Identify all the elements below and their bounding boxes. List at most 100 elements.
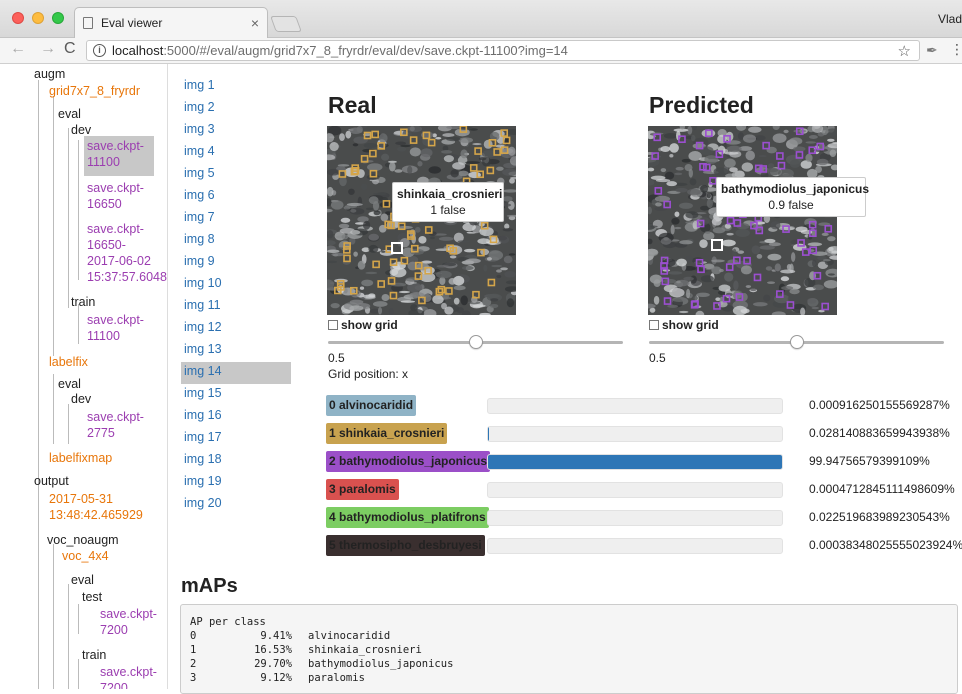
tree-node-output-date[interactable]: 2017-05-31 13:48:42.465929: [49, 491, 143, 523]
class-label: 5 thermosipho_desbruyesi: [326, 535, 485, 556]
image-list-item[interactable]: img 2: [181, 98, 291, 120]
new-tab-button[interactable]: [270, 16, 302, 32]
image-list-item[interactable]: img 15: [181, 384, 291, 406]
tree-label: save.ckpt-: [87, 221, 168, 237]
predicted-heading: Predicted: [649, 92, 754, 119]
ap-name: paralomis: [308, 671, 365, 685]
tree-label: save.ckpt-: [87, 138, 151, 154]
predicted-image[interactable]: [648, 126, 837, 315]
tree-node-train[interactable]: train: [71, 294, 95, 310]
image-list-item[interactable]: img 5: [181, 164, 291, 186]
ap-row: 09.41%alvinocaridid: [190, 629, 948, 643]
class-row: 5 thermosipho_desbruyesi 0.00038348025555…: [326, 535, 962, 557]
image-list-item[interactable]: img 7: [181, 208, 291, 230]
show-grid-label: show grid: [662, 318, 719, 332]
real-heading: Real: [328, 92, 377, 119]
tree-node-ckpt-2775[interactable]: save.ckpt- 2775: [87, 409, 144, 441]
tree-node-voc-noaugm[interactable]: voc_noaugm: [47, 532, 119, 548]
browser-menu-icon[interactable]: ⋮: [950, 41, 962, 58]
extension-icon[interactable]: ✒: [926, 42, 938, 59]
tree-node-eval[interactable]: eval: [58, 106, 81, 122]
browser-tab[interactable]: Eval viewer ×: [74, 7, 268, 38]
image-list-item[interactable]: img 20: [181, 494, 291, 516]
url-path: :5000/#/eval/augm/grid7x7_8_fryrdr/eval/…: [163, 43, 568, 58]
tree-node-labelfix[interactable]: labelfix: [49, 354, 88, 370]
tree-node-ckpt-7200[interactable]: save.ckpt- 7200: [100, 606, 157, 638]
image-list-item[interactable]: img 14: [181, 362, 291, 384]
close-window-button[interactable]: [12, 12, 24, 24]
real-tooltip-value: 1 false: [397, 202, 499, 218]
class-probability-value: 0.0003834802555502392​4%: [809, 538, 962, 552]
real-slider-value: 0.5: [328, 351, 345, 365]
tree-node-voc-4x4[interactable]: voc_4x4: [62, 548, 109, 564]
tree-node-train[interactable]: train: [82, 647, 106, 663]
tree-label: 7200: [100, 622, 157, 638]
class-row: 4 bathymodiolus_platifrons0.022519683989…: [326, 507, 962, 529]
info-icon[interactable]: i: [93, 44, 106, 57]
tab-close-icon[interactable]: ×: [251, 15, 259, 31]
real-show-grid-checkbox[interactable]: show grid: [328, 318, 398, 332]
class-probability-value: 0.028140883659943938%: [809, 426, 950, 440]
ap-val: 16.53%: [234, 643, 292, 657]
back-arrow-icon[interactable]: ←: [10, 40, 26, 58]
checkbox-box[interactable]: [649, 320, 659, 330]
ap-idx: 3: [190, 671, 234, 685]
ap-idx: 2: [190, 657, 234, 671]
image-list-item[interactable]: img 16: [181, 406, 291, 428]
class-label: 3 paralomis: [326, 479, 399, 500]
image-list-item[interactable]: img 18: [181, 450, 291, 472]
class-probability-bar: [487, 482, 783, 498]
tree-label: save.ckpt-: [87, 312, 144, 328]
maps-heading: mAPs: [181, 575, 238, 598]
class-probability-bar: [487, 538, 783, 554]
image-list-item[interactable]: img 1: [181, 76, 291, 98]
tree-node-grid7x7[interactable]: grid7x7_8_fryrdr: [49, 83, 140, 99]
address-bar[interactable]: i localhost:5000/#/eval/augm/grid7x7_8_f…: [86, 40, 920, 61]
tree-label: 16650-: [87, 237, 168, 253]
class-probability-bar: [487, 454, 783, 470]
bookmark-star-icon[interactable]: ☆: [898, 42, 911, 60]
predicted-show-grid-checkbox[interactable]: show grid: [649, 318, 719, 332]
tree-node-eval[interactable]: eval: [71, 572, 94, 588]
reload-icon[interactable]: C: [64, 40, 76, 58]
image-list-item[interactable]: img 11: [181, 296, 291, 318]
ap-row: 229.70%bathymodiolus_japonicus: [190, 657, 948, 671]
class-label: 0 alvinocaridid: [326, 395, 416, 416]
tree-node-dev[interactable]: dev: [71, 391, 91, 407]
predicted-tooltip-label: bathymodiolus_japonicus: [721, 181, 861, 197]
image-list-item[interactable]: img 8: [181, 230, 291, 252]
image-list-item[interactable]: img 3: [181, 120, 291, 142]
checkbox-box[interactable]: [328, 320, 338, 330]
ap-rows: 09.41%alvinocaridid116.53%shinkaia_crosn…: [190, 629, 948, 685]
image-list-item[interactable]: img 17: [181, 428, 291, 450]
profile-name[interactable]: Vlad: [938, 12, 962, 26]
image-list-item[interactable]: img 10: [181, 274, 291, 296]
ap-row: 116.53%shinkaia_crosnieri: [190, 643, 948, 657]
tree-node-ckpt-train-11100[interactable]: save.ckpt- 11100: [87, 312, 144, 344]
tree-node-ckpt-16650[interactable]: save.ckpt- 16650: [87, 180, 144, 212]
tree-node-ckpt-train-7200[interactable]: save.ckpt- 7200: [100, 664, 157, 689]
tree-node-test[interactable]: test: [82, 589, 102, 605]
image-list-item[interactable]: img 13: [181, 340, 291, 362]
real-tooltip: shinkaia_crosnieri 1 false: [392, 182, 504, 222]
class-label: 4 bathymodiolus_platifrons: [326, 507, 489, 528]
image-list-item[interactable]: img 9: [181, 252, 291, 274]
image-list-item[interactable]: img 4: [181, 142, 291, 164]
tree-node-output[interactable]: output: [34, 473, 69, 489]
maximize-window-button[interactable]: [52, 12, 64, 24]
tree-node-augm[interactable]: augm: [34, 66, 65, 82]
predicted-slider-thumb[interactable]: [790, 335, 804, 349]
tree-node-labelfixmap[interactable]: labelfixmap: [49, 450, 112, 466]
minimize-window-button[interactable]: [32, 12, 44, 24]
image-list-item[interactable]: img 12: [181, 318, 291, 340]
forward-arrow-icon[interactable]: →: [40, 40, 56, 58]
tree-node-ckpt-16650-dated[interactable]: save.ckpt- 16650- 2017-06-02 15:37:57.60…: [87, 221, 168, 285]
predicted-slider-value: 0.5: [649, 351, 666, 365]
image-list-item[interactable]: img 19: [181, 472, 291, 494]
tree-node-eval[interactable]: eval: [58, 376, 81, 392]
real-slider-thumb[interactable]: [469, 335, 483, 349]
image-list-item[interactable]: img 6: [181, 186, 291, 208]
tree-label: save.ckpt-: [100, 606, 157, 622]
show-grid-label: show grid: [341, 318, 398, 332]
tree-node-ckpt-11100-selected[interactable]: save.ckpt- 11100: [84, 136, 154, 176]
